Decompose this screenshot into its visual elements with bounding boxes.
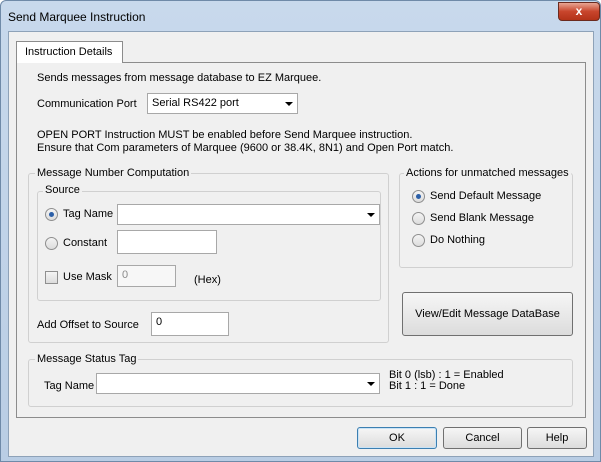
tag-name-radio[interactable] [45, 208, 58, 221]
view-edit-message-database-button[interactable]: View/Edit Message DataBase [402, 292, 573, 336]
tab-instruction-details[interactable]: Instruction Details [16, 41, 123, 63]
use-mask-label: Use Mask [63, 271, 112, 283]
offset-value: 0 [156, 316, 163, 328]
title-bar[interactable]: Send Marquee Instruction x [1, 1, 600, 31]
unmatched-actions-group-title: Actions for unmatched messages [404, 167, 571, 179]
chevron-down-icon [367, 382, 375, 386]
status-tag-name-select[interactable] [96, 373, 380, 394]
message-number-group-title: Message Number Computation [35, 167, 192, 179]
send-blank-message-label: Send Blank Message [430, 212, 534, 224]
source-tag-name-select[interactable] [117, 204, 380, 225]
do-nothing-radio[interactable] [412, 234, 425, 247]
message-status-tag-group-title: Message Status Tag [35, 353, 139, 365]
communication-port-select[interactable]: Serial RS422 port [147, 93, 298, 114]
com-parameters-note: Ensure that Com parameters of Marquee (9… [37, 142, 454, 154]
window-title: Send Marquee Instruction [8, 10, 146, 24]
cancel-button[interactable]: Cancel [443, 427, 522, 449]
do-nothing-label: Do Nothing [430, 234, 486, 246]
mask-input[interactable]: 0 [117, 265, 176, 287]
communication-port-value: Serial RS422 port [152, 97, 239, 109]
status-tag-name-label: Tag Name [44, 380, 95, 392]
chevron-down-icon [285, 102, 293, 106]
constant-radio-label: Constant [63, 237, 108, 249]
send-blank-message-radio[interactable] [412, 212, 425, 225]
send-default-message-label: Send Default Message [430, 190, 542, 202]
close-button[interactable]: x [558, 2, 600, 21]
constant-input[interactable] [117, 230, 217, 254]
constant-radio[interactable] [45, 237, 58, 250]
chevron-down-icon [367, 213, 375, 217]
hex-label: (Hex) [194, 274, 221, 286]
mask-value: 0 [122, 269, 129, 281]
use-mask-checkbox[interactable] [45, 271, 58, 284]
communication-port-label: Communication Port [37, 98, 137, 110]
help-button[interactable]: Help [527, 427, 587, 449]
offset-input[interactable]: 0 [151, 312, 229, 336]
send-default-message-radio[interactable] [412, 190, 425, 203]
open-port-note: OPEN PORT Instruction MUST be enabled be… [37, 129, 413, 141]
description-text: Sends messages from message database to … [37, 72, 322, 84]
bit1-description: Bit 1 : 1 = Done [389, 380, 466, 392]
tag-name-radio-label: Tag Name [63, 208, 114, 220]
offset-label: Add Offset to Source [37, 319, 139, 331]
source-group-title: Source [43, 184, 82, 196]
ok-button[interactable]: OK [357, 427, 437, 449]
